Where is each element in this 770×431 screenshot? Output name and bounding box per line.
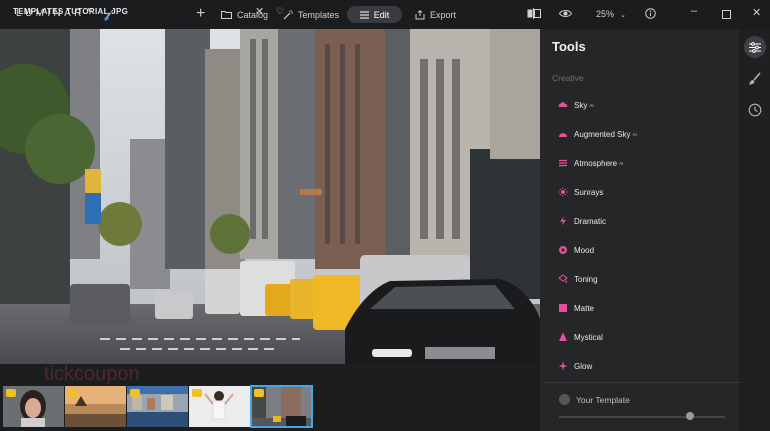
tool-dramatic[interactable]: Dramatic — [558, 214, 606, 228]
tool-glow[interactable]: Glow — [558, 359, 592, 373]
tool-sunrays-label: Sunrays — [574, 187, 604, 197]
tools-rail-button[interactable] — [744, 36, 766, 58]
your-template-label: Your Template — [576, 394, 630, 405]
thumbnail-woman-white[interactable] — [189, 386, 250, 427]
chevron-down-icon: ⌄ — [620, 12, 626, 19]
tool-mood-label: Mood — [574, 245, 595, 255]
tab-edit[interactable]: Edit — [347, 6, 402, 23]
folder-icon — [221, 11, 232, 19]
tab-export[interactable]: Export — [415, 6, 456, 23]
section-header-creative[interactable]: Creative — [552, 73, 584, 83]
close-window-button[interactable]: ✕ — [752, 6, 761, 19]
eye-icon[interactable] — [559, 8, 572, 19]
tool-augmented-sky-label: Augmented Sky — [574, 129, 631, 139]
history-rail-button[interactable] — [744, 99, 766, 121]
template-badge-icon — [6, 389, 16, 397]
compare-icon[interactable] — [527, 8, 541, 19]
template-badge-icon — [130, 389, 140, 397]
street-photo — [0, 29, 540, 364]
sliders-icon — [359, 11, 369, 18]
tool-mood[interactable]: Mood — [558, 243, 594, 257]
your-template-row[interactable]: Your Template — [559, 394, 630, 405]
mystical-icon — [559, 332, 567, 341]
tool-augmented-sky[interactable]: Augmented Sky AI — [558, 127, 637, 141]
thumbnail-harbor-city[interactable] — [127, 386, 188, 427]
maximize-button[interactable] — [722, 10, 731, 19]
augmented-sky-icon — [559, 133, 567, 137]
zoom-value: 25% — [596, 9, 615, 19]
add-photos-button[interactable]: + — [196, 6, 205, 22]
tool-sunrays[interactable]: Sunrays — [558, 185, 603, 199]
dramatic-icon — [560, 216, 566, 226]
tool-mystical-label: Mystical — [574, 332, 603, 342]
tool-atmosphere-label: Atmosphere — [574, 158, 618, 168]
thumbnail-portrait[interactable] — [3, 386, 64, 427]
toning-icon — [558, 274, 568, 283]
tool-matte[interactable]: Matte — [558, 301, 594, 315]
sliders-icon — [749, 41, 761, 53]
tool-toning[interactable]: Toning — [558, 272, 598, 286]
watermark: tickcoupon — [44, 363, 140, 385]
ai-badge: AI — [589, 102, 594, 108]
zoom-dropdown[interactable]: 25% ⌄ — [596, 9, 626, 19]
tool-dramatic-label: Dramatic — [574, 216, 607, 226]
tab-export-label: Export — [430, 9, 457, 20]
export-icon — [415, 9, 425, 19]
ai-badge: AI — [632, 131, 637, 137]
sky-icon — [558, 102, 568, 107]
filmstrip-title: TEMPLATES TUTORIAL.JPG — [13, 7, 129, 16]
glow-icon — [558, 361, 568, 371]
atmosphere-icon — [559, 159, 567, 167]
tab-templates[interactable]: Templates — [283, 6, 339, 23]
tab-edit-label: Edit — [373, 9, 390, 20]
tool-sky[interactable]: Sky AI — [558, 98, 594, 112]
your-template-icon — [559, 394, 570, 405]
clock-icon — [748, 103, 762, 117]
close-icon[interactable]: ✕ — [255, 5, 264, 18]
template-badge-icon — [192, 389, 202, 397]
heart-icon[interactable]: ♡ — [276, 6, 284, 17]
sunrays-icon — [558, 187, 568, 197]
magic-wand-icon — [283, 9, 293, 19]
tool-toning-label: Toning — [574, 274, 598, 284]
thumbnail-sunset-beach[interactable] — [65, 386, 126, 427]
brush-icon — [749, 72, 761, 85]
photo-canvas[interactable] — [0, 29, 540, 364]
panel-divider — [545, 382, 740, 383]
slider-handle[interactable] — [686, 412, 694, 420]
thumbnail-street-city-selected[interactable] — [250, 385, 313, 428]
brush-rail-button[interactable] — [744, 68, 766, 90]
tool-matte-label: Matte — [574, 303, 595, 313]
mood-icon — [559, 246, 567, 254]
tab-templates-label: Templates — [298, 9, 340, 20]
ai-badge: AI — [619, 160, 624, 166]
template-badge-icon — [68, 389, 78, 397]
template-badge-icon — [254, 389, 264, 397]
panel-title: Tools — [552, 39, 586, 54]
minimize-button[interactable]: – — [691, 5, 697, 17]
matte-icon — [559, 304, 567, 312]
info-icon[interactable] — [645, 8, 656, 19]
tool-glow-label: Glow — [574, 361, 593, 371]
tool-mystical[interactable]: Mystical — [558, 330, 603, 344]
tool-atmosphere[interactable]: Atmosphere AI — [558, 156, 623, 170]
template-amount-slider[interactable] — [559, 416, 725, 418]
tool-sky-label: Sky — [574, 100, 588, 110]
